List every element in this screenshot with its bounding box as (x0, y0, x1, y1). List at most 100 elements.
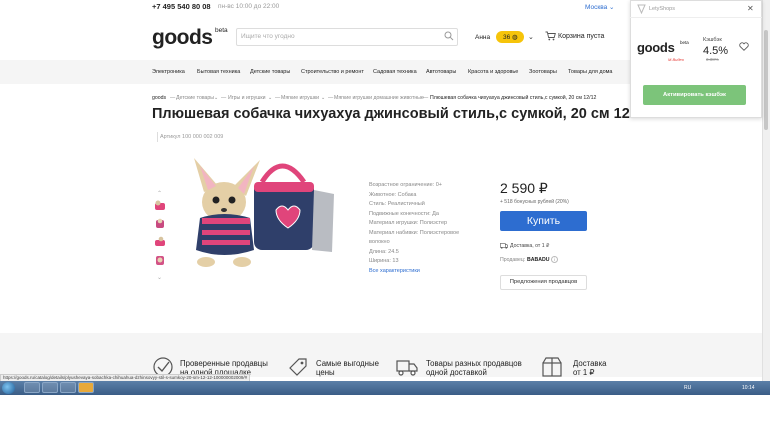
city-selector[interactable]: Москва ⌄ (585, 3, 614, 11)
bonus-text: + 518 бонусных рублей (20%) (500, 199, 569, 205)
spec-age: Возрастное ограничение: 0+ (369, 182, 442, 188)
cart-icon[interactable] (545, 31, 556, 41)
box-icon (542, 357, 562, 377)
info-icon[interactable]: i (551, 256, 558, 263)
letyshops-logo-icon (637, 4, 646, 14)
all-specs-link[interactable]: Все характеристики (369, 268, 420, 274)
store-logo: goods (637, 40, 675, 55)
top-bar (0, 0, 630, 14)
price: 2 590 ₽ (500, 180, 548, 196)
spec-animal: Животное: Собака (369, 192, 417, 198)
spec-filling: Материал набивки: Полиэстеровое (369, 230, 460, 236)
clock[interactable]: 10:14 (742, 385, 755, 391)
close-icon[interactable]: ✕ (747, 4, 754, 13)
feature-line: цены (316, 367, 335, 377)
popup-title: LetyShops (649, 6, 675, 12)
breadcrumb-current: Плюшевая собачка чихуахуа джинсовый стил… (430, 95, 597, 101)
feature-line: одной доставкой (426, 367, 487, 377)
price-tag-icon (289, 358, 307, 376)
chevron-down-icon[interactable]: ⌄ (321, 95, 325, 101)
spec-style: Стиль: Реалистичный (369, 201, 425, 207)
store-logo-beta: beta (680, 40, 689, 45)
breadcrumb-item[interactable]: goods (152, 95, 166, 101)
nav-item-pets[interactable]: Зоотовары (529, 69, 557, 75)
city-label: Москва (585, 4, 608, 11)
cashback-label: Кэшбэк (703, 37, 722, 43)
feature-text: Самые выгодные цены (316, 359, 379, 377)
window-icon[interactable] (60, 382, 76, 393)
truck-icon (500, 243, 508, 249)
working-hours: пн-вс 10:00 до 22:00 (218, 3, 280, 10)
nav-item-garden[interactable]: Садовая техника (373, 69, 417, 75)
user-name[interactable]: Анна (475, 34, 490, 41)
site-logo[interactable]: goods (152, 26, 213, 50)
chevron-down-icon[interactable]: ⌄ (268, 95, 272, 101)
explorer-icon[interactable] (24, 382, 40, 393)
cashback-old-value: 3.38% (706, 57, 719, 62)
nav-item-construction[interactable]: Строительство и ремонт (301, 69, 364, 75)
chevron-up-icon[interactable]: ⌃ (157, 190, 162, 197)
spec-filling-cont: волокно (369, 239, 390, 245)
breadcrumb-item[interactable]: Игры и игрушки (228, 95, 266, 101)
nav-item-electronics[interactable]: Электроника (152, 69, 185, 75)
nav-item-beauty[interactable]: Красота и здоровье (468, 69, 518, 75)
scrollbar-thumb[interactable] (764, 30, 768, 130)
chevron-down-icon[interactable]: ⌄ (157, 274, 162, 281)
search-icon[interactable] (444, 31, 454, 41)
chevron-down-icon[interactable]: ⌄ (214, 95, 218, 101)
spec-material: Материал игрушки: Полиэстер (369, 220, 448, 226)
breadcrumb-item[interactable]: Мягкие игрушки (281, 95, 319, 101)
app-icon[interactable] (78, 382, 94, 393)
truck-icon (396, 360, 418, 376)
nav-item-kids[interactable]: Детские товары (250, 69, 290, 75)
coin-icon: ◍ (512, 34, 518, 41)
article-number: Артикул 100 000 002 009 (160, 134, 224, 140)
language-indicator[interactable]: RU (684, 385, 691, 391)
breadcrumb-separator: — (328, 95, 334, 101)
thumbnail[interactable] (153, 253, 167, 267)
store-sublabel: М.Видео (668, 57, 684, 62)
browser-icon[interactable] (42, 382, 58, 393)
thumbnail[interactable] (153, 234, 167, 248)
seller-label: Продавец: (500, 257, 526, 263)
cashback-value: 4.5% (703, 45, 729, 57)
divider (157, 132, 158, 142)
breadcrumb-item[interactable]: Мягкие игрушки домашние животные (334, 95, 424, 101)
thumbnail[interactable] (153, 216, 167, 230)
seller-offers-button[interactable]: Предложения продавцов (500, 275, 587, 290)
breadcrumb-item[interactable]: Детские товары (176, 95, 214, 101)
breadcrumb-separator: — (275, 95, 281, 101)
feature-text: Доставка от 1 ₽ (573, 359, 606, 377)
buy-button[interactable]: Купить (500, 211, 587, 231)
product-photo[interactable] (172, 152, 344, 274)
nav-item-home[interactable]: Товары для дома (568, 69, 612, 75)
breadcrumb-separator: — (423, 95, 429, 101)
bonus-count: 36 (503, 34, 511, 41)
cart-label[interactable]: Корзина пуста (558, 33, 604, 40)
breadcrumb-separator: — (221, 95, 227, 101)
feature-text: Товары разных продавцов одной доставкой (426, 359, 522, 377)
spec-length: Длина: 24.5 (369, 249, 399, 255)
nav-item-appliances[interactable]: Бытовая техника (197, 69, 240, 75)
delivery-text[interactable]: Доставка, от 1 ₽ (510, 243, 549, 249)
heart-icon[interactable] (739, 42, 749, 51)
spec-limbs: Подвижные конечности: Да (369, 211, 439, 217)
breadcrumb-separator: — (170, 95, 176, 101)
blank-area (0, 395, 770, 433)
thumbnail[interactable] (153, 198, 167, 212)
taskbar (0, 381, 770, 395)
search-placeholder: Ищите что угодно (241, 33, 295, 40)
seller-name[interactable]: BABADU (527, 257, 549, 263)
nav-item-auto[interactable]: Автотовары (426, 69, 456, 75)
chevron-down-icon: ⌄ (609, 4, 615, 11)
start-button[interactable] (2, 382, 15, 394)
feature-line: от 1 ₽ (573, 367, 595, 377)
phone-number[interactable]: +7 495 540 80 08 (152, 2, 211, 11)
logo-beta-label: beta (215, 27, 228, 34)
activate-cashback-button[interactable]: Активировать кэшбэк (643, 85, 746, 105)
features-band (0, 333, 770, 377)
page-title: Плюшевая собачка чихуахуа джинсовый стил… (152, 106, 650, 122)
bonus-badge[interactable]: 36 ◍ (496, 31, 524, 43)
chevron-down-icon[interactable]: ⌄ (528, 33, 534, 41)
spec-width: Ширина: 13 (369, 258, 399, 264)
